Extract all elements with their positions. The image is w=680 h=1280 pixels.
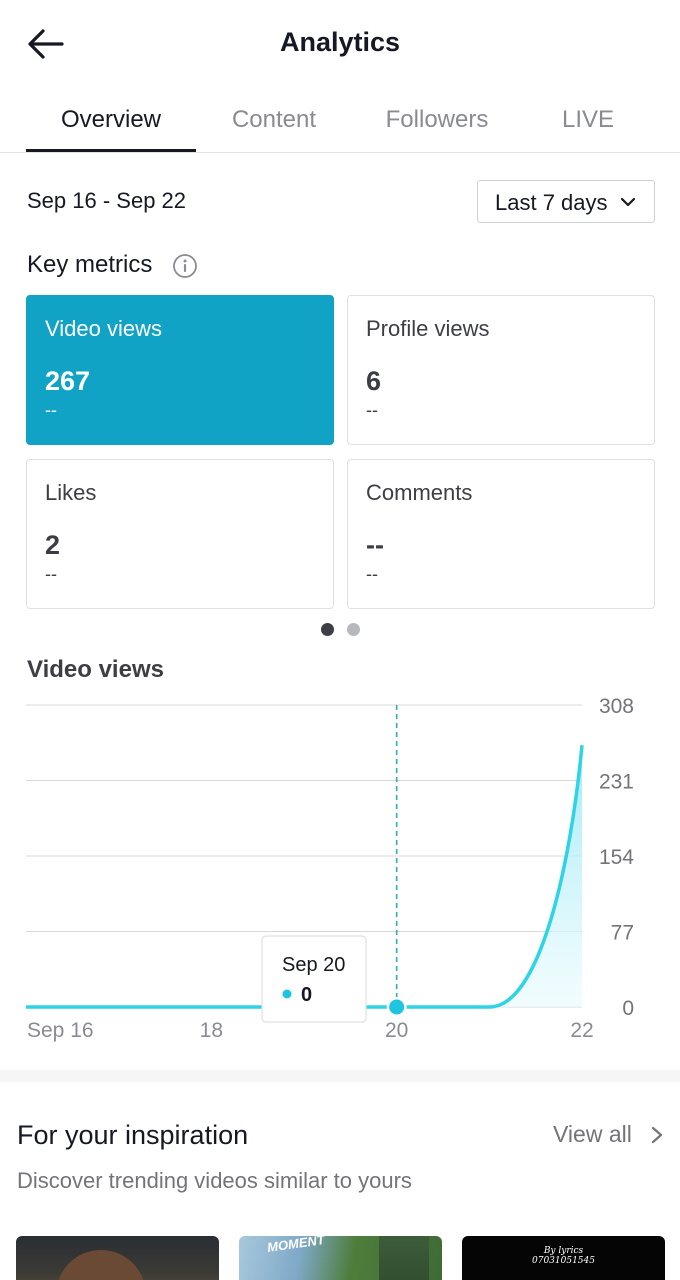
page-title: Analytics: [279, 27, 401, 57]
tooltip-date: Sep 20: [282, 954, 345, 976]
area-fill: [489, 745, 582, 1007]
tab-content[interactable]: Content: [205, 106, 343, 134]
thumbnail-image: [379, 1236, 429, 1280]
x-tick-label: Sep 16: [27, 1019, 94, 1042]
x-tick-label: 22: [570, 1019, 593, 1042]
thumbnail-text-line: By lyrics: [543, 1246, 584, 1256]
metric-label: Comments: [366, 480, 473, 505]
tooltip-value: 0: [301, 984, 312, 1006]
y-tick-label: 231: [599, 771, 634, 794]
page-dot[interactable]: [347, 623, 360, 636]
metric-value: 2: [45, 530, 61, 560]
tab-followers[interactable]: Followers: [370, 106, 504, 134]
date-range: Sep 16 - Sep 22: [27, 188, 187, 213]
view-all-label: View all: [553, 1121, 632, 1147]
range-select-label: Last 7 days: [495, 190, 608, 215]
inspiration-thumbnail[interactable]: [16, 1236, 219, 1280]
thumbnail-image: [56, 1250, 146, 1280]
tab-live[interactable]: LIVE: [540, 106, 636, 134]
metric-card-comments[interactable]: Comments -- --: [347, 459, 655, 609]
y-tick-label: 308: [599, 695, 634, 718]
tooltip-series-dot: [282, 989, 292, 999]
range-select[interactable]: Last 7 days: [477, 180, 655, 223]
thumbnail-text: MOMENT: [266, 1236, 326, 1255]
inspiration-thumbnail[interactable]: MOMENT: [239, 1236, 442, 1280]
video-views-chart[interactable]: Sep 20 0 308 231 154 77 0 Sep 16 18 20 22: [0, 690, 680, 1050]
thumbnail-text: By lyrics 07031051545: [462, 1246, 665, 1266]
metric-delta: --: [366, 400, 378, 420]
inspiration-subtitle: Discover trending videos similar to your…: [17, 1168, 412, 1193]
metric-value: 267: [45, 366, 91, 396]
tooltip-box: [261, 935, 367, 1023]
tab-active-indicator: [26, 149, 196, 152]
y-tick-label: 154: [599, 846, 634, 869]
metric-label: Profile views: [366, 316, 490, 341]
x-tick-label: 20: [385, 1019, 408, 1042]
key-metrics-title: Key metrics: [27, 251, 153, 278]
tab-overview[interactable]: Overview: [26, 106, 196, 134]
metric-value: --: [366, 530, 384, 560]
metric-card-video-views[interactable]: Video views 267 --: [26, 295, 334, 445]
metric-value: 6: [366, 366, 382, 396]
metric-label: Likes: [45, 480, 97, 505]
data-point-marker: [389, 999, 405, 1015]
view-all-link[interactable]: View all: [553, 1121, 663, 1148]
y-tick-label: 0: [622, 997, 634, 1020]
metric-delta: --: [366, 564, 378, 584]
tab-bar: Overview Content Followers LIVE: [0, 92, 680, 153]
thumbnail-text-line: 07031051545: [532, 1256, 595, 1266]
section-separator: [0, 1070, 680, 1082]
y-tick-label: 77: [611, 922, 634, 945]
metric-card-likes[interactable]: Likes 2 --: [26, 459, 334, 609]
metric-delta: --: [45, 400, 57, 420]
header: Analytics: [0, 0, 680, 88]
inspiration-thumbnail[interactable]: By lyrics 07031051545: [462, 1236, 665, 1280]
metric-card-profile-views[interactable]: Profile views 6 --: [347, 295, 655, 445]
chart-title: Video views: [27, 656, 164, 683]
metric-label: Video views: [45, 316, 162, 341]
page-dot-active[interactable]: [321, 623, 334, 636]
info-icon[interactable]: [172, 253, 198, 279]
chevron-down-icon: [620, 197, 636, 207]
metric-delta: --: [45, 564, 57, 584]
inspiration-title: For your inspiration: [17, 1120, 249, 1150]
x-tick-label: 18: [200, 1019, 223, 1042]
chevron-right-icon: [651, 1126, 663, 1144]
